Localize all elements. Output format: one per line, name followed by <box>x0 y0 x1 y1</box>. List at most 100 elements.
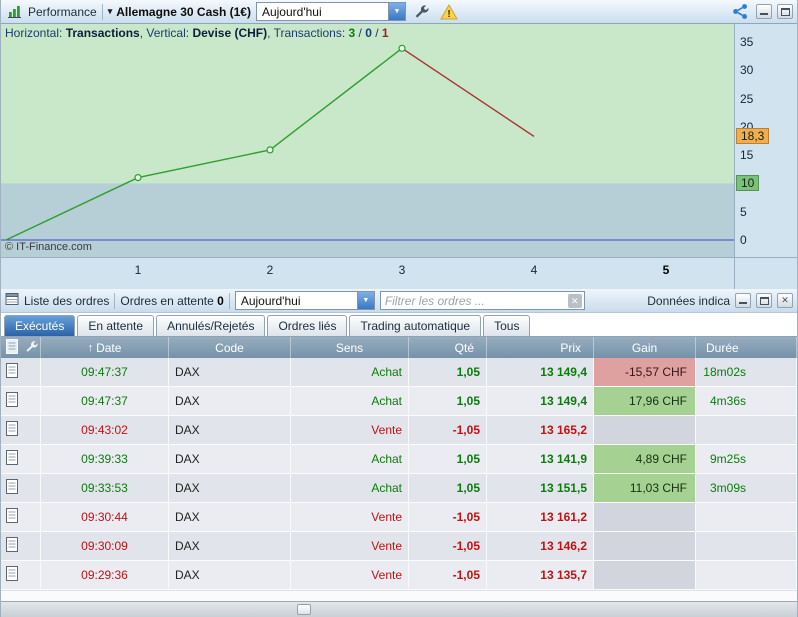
order-duration: 18m02s <box>696 358 797 386</box>
order-price: 13 149,4 <box>487 358 594 386</box>
panel-maximize-button[interactable] <box>756 293 772 308</box>
warning-icon[interactable]: ! <box>438 2 460 22</box>
order-qty: 1,05 <box>409 358 487 386</box>
order-code: DAX <box>169 358 291 386</box>
order-gain: 11,03 CHF <box>594 474 696 502</box>
performance-chart[interactable]: Horizontal: Transactions, Vertical: Devi… <box>1 24 734 258</box>
column-header-duration[interactable]: Durée <box>696 337 797 358</box>
order-icons-cell <box>1 416 41 444</box>
pending-orders[interactable]: Ordres en attente 0 <box>120 294 223 308</box>
order-doc-icon[interactable] <box>6 508 18 526</box>
order-side: Vente <box>291 532 409 560</box>
column-header-side[interactable]: Sens <box>291 337 409 358</box>
y-tick-label: 5 <box>740 204 747 219</box>
order-gain <box>594 561 696 589</box>
order-row[interactable]: 09:30:44 DAX Vente -1,05 13 161,2 <box>1 503 797 532</box>
column-header-time[interactable]: ↑ Date <box>41 337 169 358</box>
order-row[interactable]: 09:33:53 DAX Achat 1,05 13 151,5 11,03 C… <box>1 474 797 503</box>
order-row[interactable]: 09:39:33 DAX Achat 1,05 13 141,9 4,89 CH… <box>1 445 797 474</box>
tab-tous[interactable]: Tous <box>483 315 531 336</box>
panel-minimize-button[interactable] <box>735 293 751 308</box>
axis-corner <box>734 258 797 289</box>
order-time: 09:47:37 <box>41 387 169 415</box>
order-row[interactable]: 09:30:09 DAX Vente -1,05 13 146,2 <box>1 532 797 561</box>
column-header-label: Prix <box>560 340 581 355</box>
legend-segment: 0 <box>365 26 372 40</box>
order-icons-cell <box>1 474 41 502</box>
instrument-selector[interactable]: ▾ Allemagne 30 Cash (1€) <box>108 5 251 19</box>
orders-period-select[interactable]: Aujourd'hui ▼ <box>234 291 375 310</box>
clear-filter-icon[interactable]: ✕ <box>567 293 582 308</box>
panel-close-button[interactable]: ✕ <box>777 293 793 308</box>
order-time: 09:33:53 <box>41 474 169 502</box>
order-doc-icon[interactable] <box>6 363 18 381</box>
order-price: 13 146,2 <box>487 532 594 560</box>
window-title: Performance <box>28 4 97 19</box>
column-header-icons <box>1 337 41 358</box>
column-header-label: Sens <box>335 340 364 355</box>
column-header-code[interactable]: Code <box>169 337 291 358</box>
order-doc-icon[interactable] <box>6 479 18 497</box>
bottom-scrollbar[interactable] <box>1 601 797 617</box>
order-code: DAX <box>169 503 291 531</box>
order-duration <box>696 561 797 589</box>
order-side: Vente <box>291 561 409 589</box>
orders-filter-input[interactable] <box>380 293 568 308</box>
order-gain <box>594 532 696 560</box>
order-duration: 4m36s <box>696 387 797 415</box>
order-duration <box>696 532 797 560</box>
column-header-label: Gain <box>631 340 658 355</box>
order-doc-icon[interactable] <box>6 450 18 468</box>
x-axis[interactable]: 1 2 3 4 5 <box>1 258 734 289</box>
order-icons-cell <box>1 387 41 415</box>
maximize-button[interactable] <box>777 4 793 19</box>
order-side: Vente <box>291 416 409 444</box>
order-row[interactable]: 09:29:36 DAX Vente -1,05 13 135,7 <box>1 561 797 590</box>
wrench-icon <box>25 340 38 356</box>
order-doc-icon[interactable] <box>6 537 18 555</box>
x-tick-label: 1 <box>134 263 142 277</box>
orders-period-value: Aujourd'hui <box>240 293 301 308</box>
order-time: 09:43:02 <box>41 416 169 444</box>
order-qty: -1,05 <box>409 532 487 560</box>
pending-orders-count: 0 <box>217 293 224 308</box>
column-header-gain[interactable]: Gain <box>594 337 696 358</box>
order-doc-icon[interactable] <box>6 566 18 584</box>
order-doc-icon[interactable] <box>6 392 18 410</box>
column-header-qty[interactable]: Qté <box>409 337 487 358</box>
y-axis[interactable]: 0 5 15 20 25 30 35 18,3 10 <box>734 24 797 258</box>
orders-panel-title: Liste des ordres <box>24 293 110 308</box>
order-time: 09:47:37 <box>41 358 169 386</box>
tab-trading-automatique[interactable]: Trading automatique <box>349 315 482 336</box>
order-row[interactable]: 09:43:02 DAX Vente -1,05 13 165,2 <box>1 416 797 445</box>
watermark: © IT-Finance.com <box>5 241 92 253</box>
tab-en-attente[interactable]: En attente <box>77 315 155 336</box>
tab-exécutés[interactable]: Exécutés <box>4 315 76 336</box>
order-price: 13 135,7 <box>487 561 594 589</box>
tab-ordres-liés[interactable]: Ordres liés <box>267 315 348 336</box>
orders-panel-header: Liste des ordres Ordres en attente 0 Auj… <box>1 289 797 313</box>
order-qty: 1,05 <box>409 474 487 502</box>
order-row[interactable]: 09:47:37 DAX Achat 1,05 13 149,4 -15,57 … <box>1 358 797 387</box>
tab-annulés-rejetés[interactable]: Annulés/Rejetés <box>156 315 266 336</box>
order-doc-icon[interactable] <box>6 421 18 439</box>
minimize-button[interactable] <box>756 4 772 19</box>
scrollbar-handle[interactable] <box>297 604 311 615</box>
legend-segment: Transactions: <box>273 26 349 40</box>
legend-segment: 1 <box>381 26 389 40</box>
column-header-price[interactable]: Prix <box>487 337 594 358</box>
share-button[interactable] <box>729 2 751 22</box>
settings-wrench-button[interactable] <box>411 2 433 22</box>
indicative-data-panel-title[interactable]: Données indica <box>647 294 730 308</box>
period-select[interactable]: Aujourd'hui ▼ <box>255 2 406 21</box>
order-gain: 4,89 CHF <box>594 445 696 473</box>
y-tick-label: 25 <box>740 91 754 106</box>
instrument-label: Allemagne 30 Cash (1€) <box>116 4 251 19</box>
order-qty: -1,05 <box>409 561 487 589</box>
close-icon: ✕ <box>781 295 789 305</box>
order-price: 13 149,4 <box>487 387 594 415</box>
order-row[interactable]: 09:47:37 DAX Achat 1,05 13 149,4 17,96 C… <box>1 387 797 416</box>
order-side: Achat <box>291 474 409 502</box>
toolbar-separator <box>101 3 103 20</box>
order-price: 13 165,2 <box>487 416 594 444</box>
